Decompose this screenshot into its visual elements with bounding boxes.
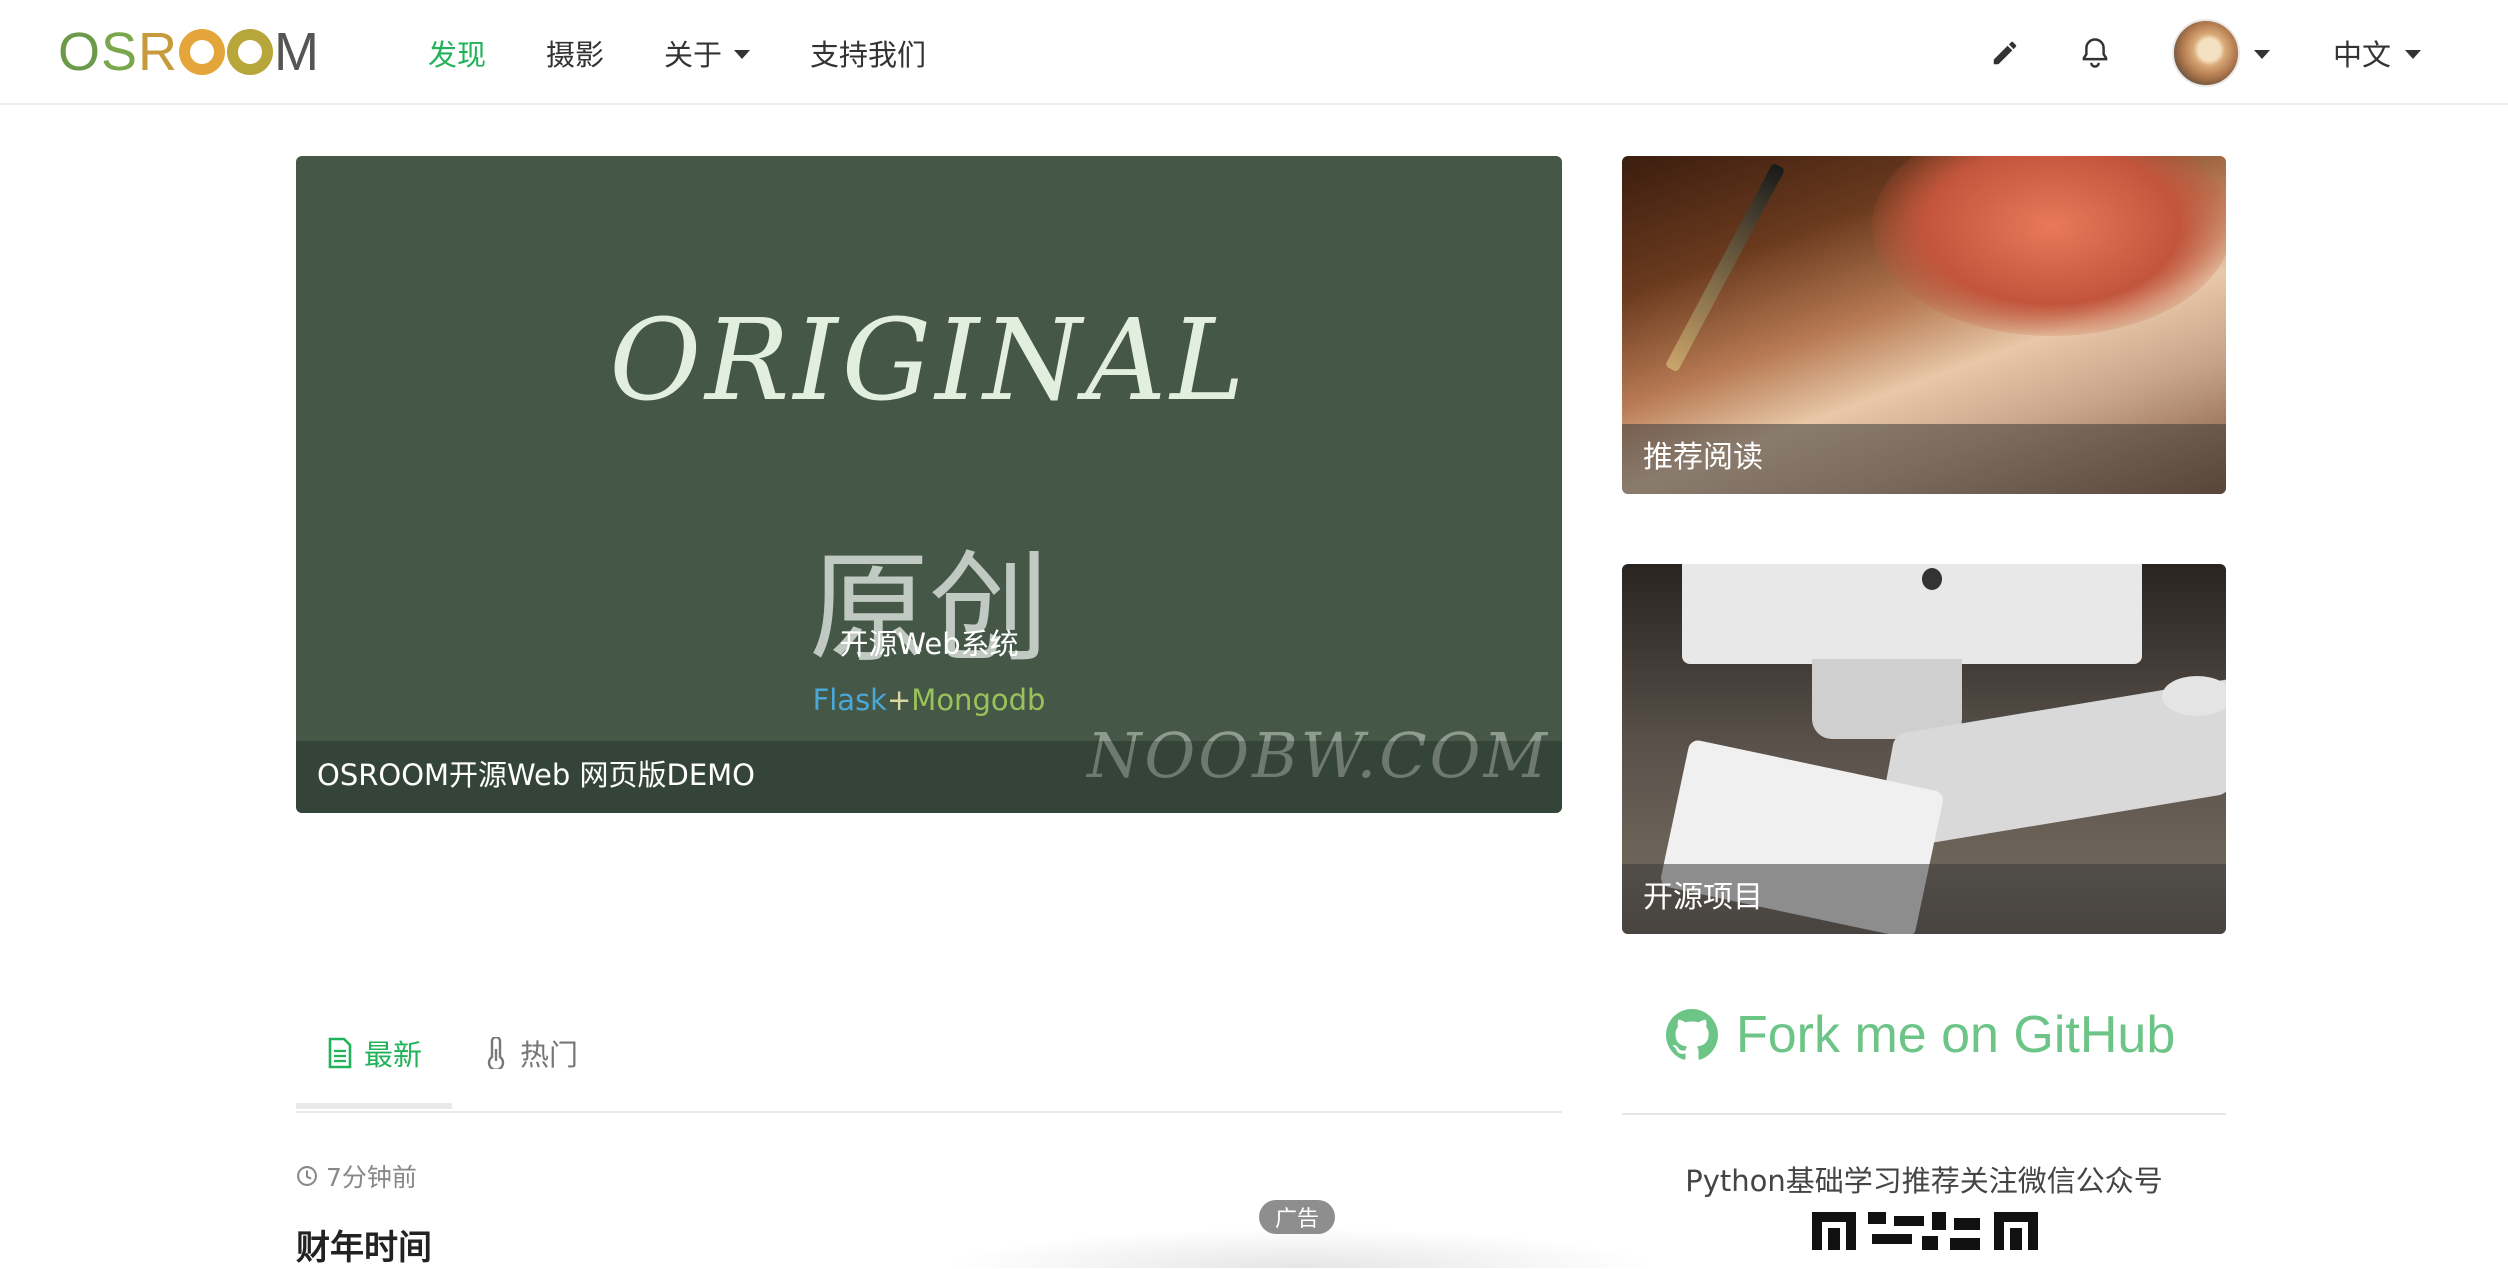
- carousel-next-button[interactable]: [1450, 5, 1490, 45]
- post-tabs: 最新 热门: [296, 1012, 1562, 1113]
- tabs-divider: [296, 1111, 1562, 1113]
- thermometer-icon: [487, 1037, 505, 1069]
- nav-support-us[interactable]: 支持我们: [810, 32, 926, 74]
- post-title[interactable]: 财年时间: [296, 1220, 432, 1269]
- chevron-left-icon: [378, 7, 402, 43]
- active-tab-indicator: [296, 1103, 452, 1109]
- pencil-icon: [1993, 41, 2017, 64]
- language-dropdown[interactable]: 中文: [2333, 0, 2422, 105]
- sidebar-divider: [1622, 1113, 2226, 1115]
- carousel-prev-button[interactable]: [372, 5, 412, 45]
- tab-hot[interactable]: 热门: [482, 1032, 578, 1074]
- caret-down-icon: [2405, 49, 2422, 59]
- main-nav: 发现 摄影 关于 支持我们: [428, 0, 986, 105]
- mouse-image: [2162, 676, 2226, 716]
- carousel-caption[interactable]: OSROOM开源Web 网页版DEMO: [317, 752, 755, 794]
- avatar[interactable]: [2172, 18, 2240, 87]
- open-source-projects-card[interactable]: 开源项目: [1622, 564, 2226, 934]
- caret-down-icon: [734, 49, 751, 59]
- hand-image: [1872, 156, 2226, 336]
- card-label: 开源项目: [1643, 880, 1763, 915]
- wechat-recommendation-text: Python基础学习推荐关注微信公众号: [1685, 1164, 2163, 1198]
- nav-about-dropdown[interactable]: 关于: [664, 32, 751, 74]
- clock-icon: [297, 1166, 317, 1186]
- ad-banner-shadow: [940, 1228, 1660, 1268]
- fork-on-github-link[interactable]: Fork me on GitHub: [1666, 1005, 2175, 1065]
- card-label: 推荐阅读: [1643, 440, 1763, 475]
- github-icon: [1666, 1009, 1718, 1060]
- slide-image-title: ORIGINAL: [609, 296, 1249, 426]
- wechat-qr-code: [1812, 1212, 2038, 1250]
- recommended-reading-card[interactable]: 推荐阅读: [1622, 156, 2226, 494]
- chevron-right-icon: [1460, 7, 1484, 43]
- post-timestamp: 7分钟前: [296, 1158, 417, 1194]
- site-logo[interactable]: OSRM: [58, 22, 320, 82]
- tab-latest[interactable]: 最新: [326, 1032, 422, 1074]
- file-text-icon: [328, 1037, 352, 1069]
- slide-stack: Flask+Mongodb: [812, 683, 1046, 717]
- write-button[interactable]: [1990, 0, 2020, 105]
- slide-tagline: 开源Web系统: [839, 627, 1019, 661]
- user-menu[interactable]: [2172, 0, 2270, 105]
- ad-badge[interactable]: 广告: [1259, 1200, 1335, 1234]
- bell-icon: [2082, 37, 2108, 68]
- caret-down-icon: [2254, 49, 2270, 59]
- nav-discover[interactable]: 发现: [428, 32, 486, 74]
- hero-carousel[interactable]: ORIGINAL 原创 开源Web系统 Flask+Mongodb NOOBW.…: [296, 156, 1562, 813]
- apple-logo-icon: [1922, 568, 1942, 590]
- nav-photography[interactable]: 摄影: [546, 32, 604, 74]
- fountain-pen-image: [1664, 162, 1786, 373]
- notifications-button[interactable]: [2080, 0, 2110, 105]
- monitor-image: [1682, 564, 2142, 664]
